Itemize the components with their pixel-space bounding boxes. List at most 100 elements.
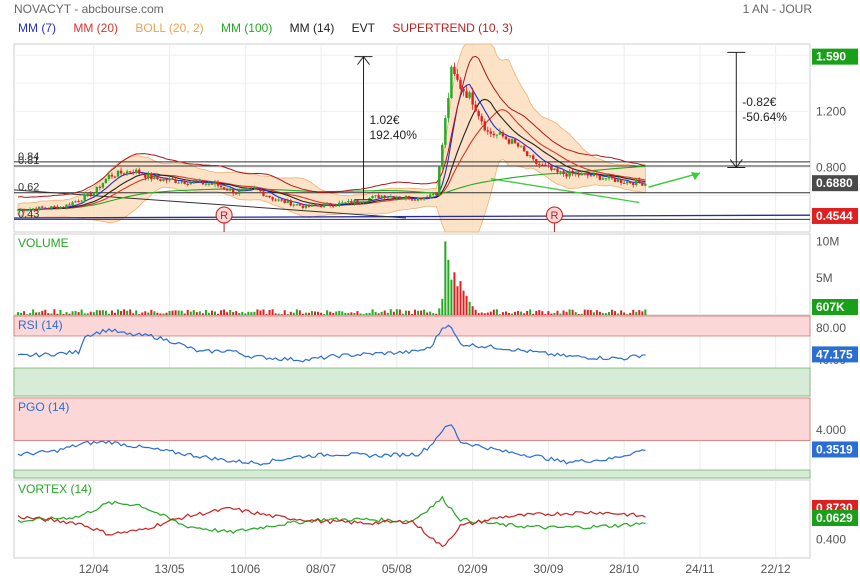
volume-bar — [529, 309, 532, 315]
candle-body — [262, 191, 265, 196]
volume-bar — [292, 312, 295, 315]
candle-body — [474, 104, 477, 112]
candle-body — [235, 193, 238, 195]
volume-bar — [162, 313, 165, 315]
candle-body — [495, 134, 499, 136]
volume-bar — [283, 310, 286, 315]
candle-body — [513, 139, 517, 144]
candle-body — [541, 164, 544, 166]
measure-percent: 192.40% — [370, 128, 418, 142]
volume-bar — [541, 311, 544, 315]
candle-body — [635, 179, 638, 186]
rsi-band — [13, 367, 811, 397]
volume-bar — [523, 313, 526, 315]
volume-bar — [577, 313, 580, 315]
candle-body — [386, 197, 389, 199]
volume-bar — [301, 313, 304, 315]
volume-bar — [89, 311, 92, 315]
x-tick-label: 28/10 — [609, 562, 639, 576]
candle-body — [410, 199, 414, 201]
candle-body — [47, 208, 50, 210]
volume-bar — [435, 313, 438, 315]
candle-body — [601, 178, 605, 180]
volume-bar — [271, 309, 274, 315]
volume-bar — [450, 279, 453, 315]
volume-bar — [274, 313, 277, 315]
volume-bar — [401, 313, 404, 315]
volume-bar — [638, 310, 641, 315]
candle-body — [101, 183, 105, 188]
rollover-marker-label: R — [220, 210, 228, 222]
volume-bar — [95, 310, 98, 315]
volume-bar — [65, 312, 68, 315]
candle-body — [292, 204, 295, 206]
candle-body — [338, 202, 341, 206]
candle-body — [204, 183, 208, 185]
measure-percent: -50.64% — [742, 110, 787, 124]
candle-body — [98, 186, 102, 188]
candle-body — [595, 173, 599, 176]
candle-body — [332, 205, 335, 207]
candle-body — [450, 66, 453, 98]
candle-body — [404, 195, 408, 199]
volume-bar — [368, 312, 371, 315]
volume-bar — [165, 312, 168, 315]
volume-bar — [420, 310, 423, 315]
volume-bar — [495, 309, 498, 315]
volume-bar — [459, 281, 462, 315]
volume-bar — [501, 312, 504, 315]
volume-bar — [280, 314, 283, 315]
candle-body — [25, 210, 29, 212]
volume-bar — [556, 310, 559, 315]
candle-body — [529, 155, 532, 157]
volume-bar — [101, 310, 104, 315]
candle-body — [238, 190, 241, 194]
candle-body — [219, 185, 223, 188]
pgo-title: PGO (14) — [18, 400, 69, 414]
candle-body — [201, 180, 205, 185]
candle-body — [489, 131, 492, 134]
volume-bar — [26, 314, 29, 315]
measure-value: 1.02€ — [370, 113, 400, 127]
volume-bar — [559, 313, 562, 315]
candle-body — [447, 97, 450, 119]
candle-body — [629, 181, 632, 184]
candle-body — [565, 173, 568, 177]
volume-bar — [644, 309, 647, 315]
candle-body — [162, 178, 165, 181]
volume-y-tick: 5M — [816, 271, 833, 285]
pgo-band — [13, 397, 811, 441]
candle-body — [71, 202, 74, 206]
candle-body — [319, 205, 323, 208]
candle-body — [280, 199, 283, 201]
candle-body — [510, 139, 514, 144]
candle-body — [171, 178, 174, 180]
candle-body — [641, 182, 644, 186]
candle-body — [34, 208, 38, 211]
volume-bar — [432, 313, 435, 315]
volume-bar — [417, 310, 420, 315]
rsi-title: RSI (14) — [18, 318, 63, 332]
vortex-panel-frame — [13, 479, 811, 559]
volume-bar — [538, 309, 541, 315]
volume-bar — [217, 313, 220, 315]
candle-body — [644, 183, 647, 186]
volume-bar — [547, 311, 550, 315]
volume-bar — [468, 301, 471, 315]
volume-bar — [404, 310, 407, 315]
volume-bar — [498, 314, 501, 315]
candle-body — [559, 171, 562, 173]
candle-body — [538, 163, 541, 165]
volume-bar — [32, 309, 35, 315]
volume-bar — [623, 312, 626, 315]
candle-body — [225, 189, 229, 191]
volume-bar — [20, 312, 23, 315]
candle-body — [574, 173, 577, 175]
volume-bar — [310, 311, 313, 315]
candle-body — [619, 179, 623, 183]
candle-body — [135, 169, 138, 173]
pgo-badge: 0.3519 — [816, 442, 853, 456]
candle-body — [544, 164, 547, 166]
volume-bar — [635, 311, 638, 315]
candle-body — [453, 66, 456, 75]
